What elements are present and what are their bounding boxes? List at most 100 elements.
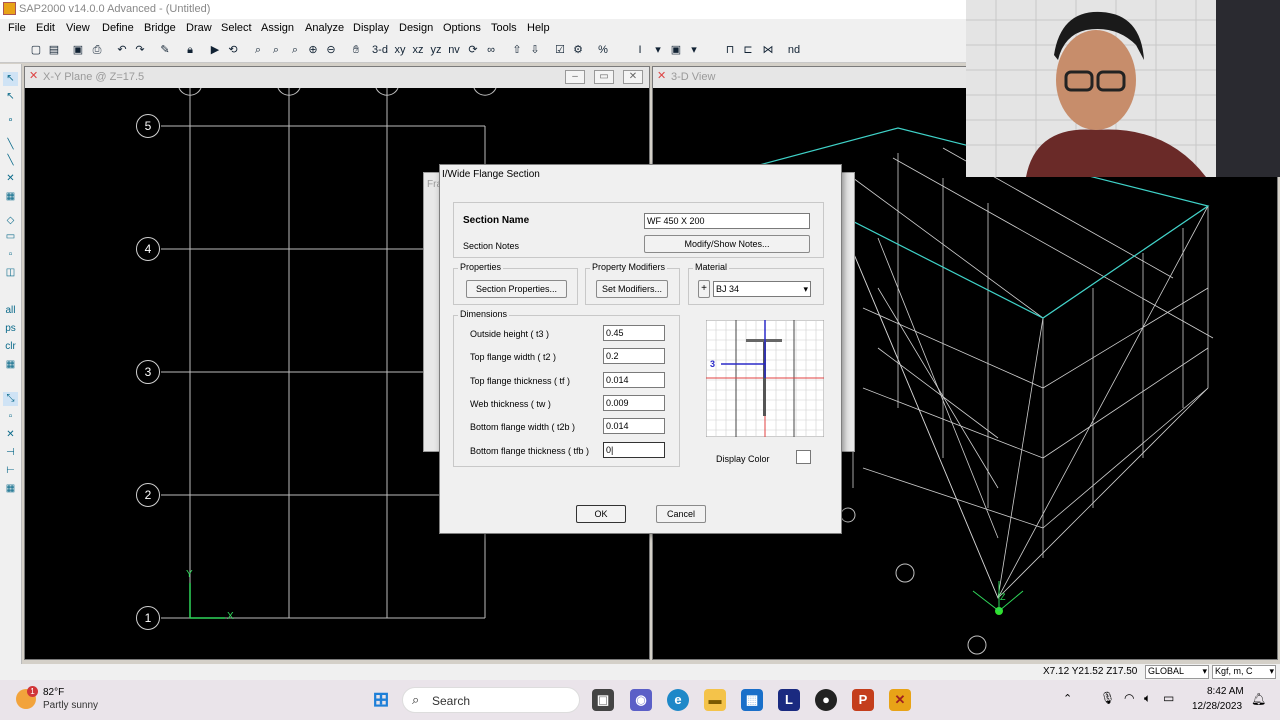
lock-icon[interactable]: 🔒︎ bbox=[182, 43, 198, 58]
snap-end-icon[interactable]: ⊢ bbox=[3, 464, 18, 478]
menu-bridge[interactable]: Bridge bbox=[144, 22, 176, 34]
menu-help[interactable]: Help bbox=[527, 22, 550, 34]
menu-display[interactable]: Display bbox=[353, 22, 389, 34]
file-explorer-icon[interactable]: ▬ bbox=[704, 689, 726, 711]
rect-area-icon[interactable]: ▭ bbox=[3, 230, 18, 244]
frame-line-icon[interactable]: ╲ bbox=[3, 138, 18, 152]
perspective-icon[interactable]: ∞ bbox=[483, 43, 499, 58]
menu-assign[interactable]: Assign bbox=[261, 22, 294, 34]
grid-select-icon[interactable]: ▦ bbox=[3, 190, 18, 204]
modify-notes-button[interactable]: Modify/Show Notes... bbox=[644, 235, 810, 253]
view-xz-button[interactable]: xz bbox=[410, 43, 426, 58]
save-icon[interactable]: ▣ bbox=[70, 43, 86, 58]
task-view-icon[interactable]: ▣ bbox=[592, 689, 614, 711]
menu-draw[interactable]: Draw bbox=[186, 22, 212, 34]
view-nv-button[interactable]: nv bbox=[446, 43, 462, 58]
view-3d-button[interactable]: 3-d bbox=[372, 43, 388, 58]
snap-mid-icon[interactable]: ⊣ bbox=[3, 446, 18, 460]
volume-icon[interactable]: 🔈︎ bbox=[1144, 691, 1151, 706]
menu-analyze[interactable]: Analyze bbox=[305, 22, 344, 34]
snap-grid-icon[interactable]: ▦ bbox=[3, 482, 18, 496]
minimize-button[interactable]: – bbox=[565, 70, 585, 84]
menu-design[interactable]: Design bbox=[399, 22, 433, 34]
check-icon[interactable]: ☑ bbox=[552, 43, 568, 58]
material-select[interactable]: BJ 34 ▾ bbox=[713, 281, 811, 297]
snap-point-icon[interactable]: ▫ bbox=[3, 410, 18, 424]
brace-icon[interactable]: ✕ bbox=[3, 172, 18, 186]
dropdown-arrow-icon[interactable]: ▾ bbox=[686, 43, 702, 58]
powerpoint-icon[interactable]: P bbox=[852, 689, 874, 711]
maximize-button[interactable]: ▭ bbox=[594, 70, 614, 84]
zoom-out-icon[interactable]: ⊖ bbox=[323, 43, 339, 58]
store-icon[interactable]: ▦ bbox=[741, 689, 763, 711]
menu-file[interactable]: File bbox=[8, 22, 26, 34]
frame-icon[interactable]: ▣ bbox=[668, 43, 684, 58]
quick-area-icon[interactable]: ▫ bbox=[3, 248, 18, 262]
snap-line-icon[interactable]: ✕ bbox=[3, 428, 18, 442]
bottom-flange-thickness-input[interactable]: 0| bbox=[603, 442, 665, 458]
chevron-up-icon[interactable]: ⌃ bbox=[1063, 692, 1072, 705]
menu-edit[interactable]: Edit bbox=[36, 22, 55, 34]
microphone-icon[interactable]: 🎙︎ bbox=[1100, 691, 1115, 705]
chrome-icon[interactable]: ● bbox=[815, 689, 837, 711]
ok-button[interactable]: OK bbox=[576, 505, 626, 523]
units-select[interactable]: Kgf, m, C ▾ bbox=[1212, 665, 1276, 679]
outside-height-input[interactable]: 0.45 bbox=[603, 325, 665, 341]
close-button[interactable]: ✕ bbox=[623, 70, 643, 84]
solid-icon[interactable]: ◫ bbox=[3, 266, 18, 280]
arrow-up-icon[interactable]: ⇧ bbox=[509, 43, 525, 58]
edge-browser-icon[interactable]: e bbox=[667, 689, 689, 711]
l-app-icon[interactable]: L bbox=[778, 689, 800, 711]
refresh-icon[interactable]: ⟲ bbox=[225, 43, 241, 58]
zoom-full-icon[interactable]: ⌕ bbox=[268, 43, 284, 58]
clock-time[interactable]: 8:42 AM bbox=[1207, 686, 1244, 697]
view-yz-button[interactable]: yz bbox=[428, 43, 444, 58]
dropdown-arrow-icon[interactable]: ▾ bbox=[650, 43, 666, 58]
wifi-icon[interactable]: ◠ bbox=[1124, 691, 1134, 705]
zoom-previous-icon[interactable]: ⌕ bbox=[287, 43, 303, 58]
line-icon[interactable]: ⊏ bbox=[740, 43, 756, 58]
menu-define[interactable]: Define bbox=[102, 22, 134, 34]
pan-icon[interactable]: ✋︎ bbox=[348, 43, 364, 58]
undo-icon[interactable]: ↶ bbox=[114, 43, 130, 58]
run-icon[interactable]: ▶ bbox=[207, 43, 223, 58]
reshape-icon[interactable]: ↖ bbox=[3, 90, 18, 104]
battery-icon[interactable]: ▭ bbox=[1163, 691, 1174, 705]
top-flange-thickness-input[interactable]: 0.014 bbox=[603, 372, 665, 388]
view-xy-button[interactable]: xy bbox=[392, 43, 408, 58]
percent-icon[interactable]: % bbox=[595, 43, 611, 58]
menu-tools[interactable]: Tools bbox=[491, 22, 517, 34]
previous-select-icon[interactable]: ps bbox=[3, 322, 18, 336]
zoom-window-icon[interactable]: ⌕ bbox=[250, 43, 266, 58]
menu-select[interactable]: Select bbox=[221, 22, 252, 34]
display-color-swatch[interactable] bbox=[796, 450, 811, 464]
teams-chat-icon[interactable]: ◉ bbox=[630, 689, 652, 711]
coordinate-system-select[interactable]: GLOBAL ▾ bbox=[1145, 665, 1209, 679]
area-icon[interactable]: ◇ bbox=[3, 214, 18, 228]
cancel-button[interactable]: Cancel bbox=[656, 505, 706, 523]
select-all-icon[interactable]: all bbox=[3, 304, 18, 318]
windows-start-icon[interactable]: ⊞ bbox=[370, 689, 392, 711]
zoom-in-icon[interactable]: ⊕ bbox=[305, 43, 321, 58]
top-flange-width-input[interactable]: 0.2 bbox=[603, 348, 665, 364]
material-plus-button[interactable]: + bbox=[698, 280, 710, 298]
section-i-icon[interactable]: I bbox=[632, 43, 648, 58]
pencil-icon[interactable]: ✎ bbox=[157, 43, 173, 58]
assign-icon[interactable]: ⚙︎ bbox=[570, 43, 586, 58]
frame-draw-icon[interactable]: ⊓ bbox=[722, 43, 738, 58]
redo-icon[interactable]: ↷ bbox=[132, 43, 148, 58]
notification-bell-icon[interactable]: 🔔︎ bbox=[1251, 692, 1266, 706]
web-thickness-input[interactable]: 0.009 bbox=[603, 395, 665, 411]
intersect-icon[interactable]: ▦ bbox=[3, 358, 18, 372]
clear-select-icon[interactable]: clr bbox=[3, 340, 18, 354]
section-name-input[interactable]: WF 450 X 200 bbox=[644, 213, 810, 229]
section-properties-button[interactable]: Section Properties... bbox=[466, 280, 567, 298]
clock-date[interactable]: 12/28/2023 bbox=[1192, 701, 1242, 712]
sap2000-taskbar-icon[interactable]: ✕ bbox=[889, 689, 911, 711]
set-modifiers-button[interactable]: Set Modifiers... bbox=[596, 280, 668, 298]
joint-icon[interactable]: ∘ bbox=[3, 114, 18, 128]
menu-view[interactable]: View bbox=[66, 22, 90, 34]
grid-icon[interactable]: ⋈ bbox=[760, 43, 776, 58]
bottom-flange-width-input[interactable]: 0.014 bbox=[603, 418, 665, 434]
arrow-down-icon[interactable]: ⇩ bbox=[527, 43, 543, 58]
